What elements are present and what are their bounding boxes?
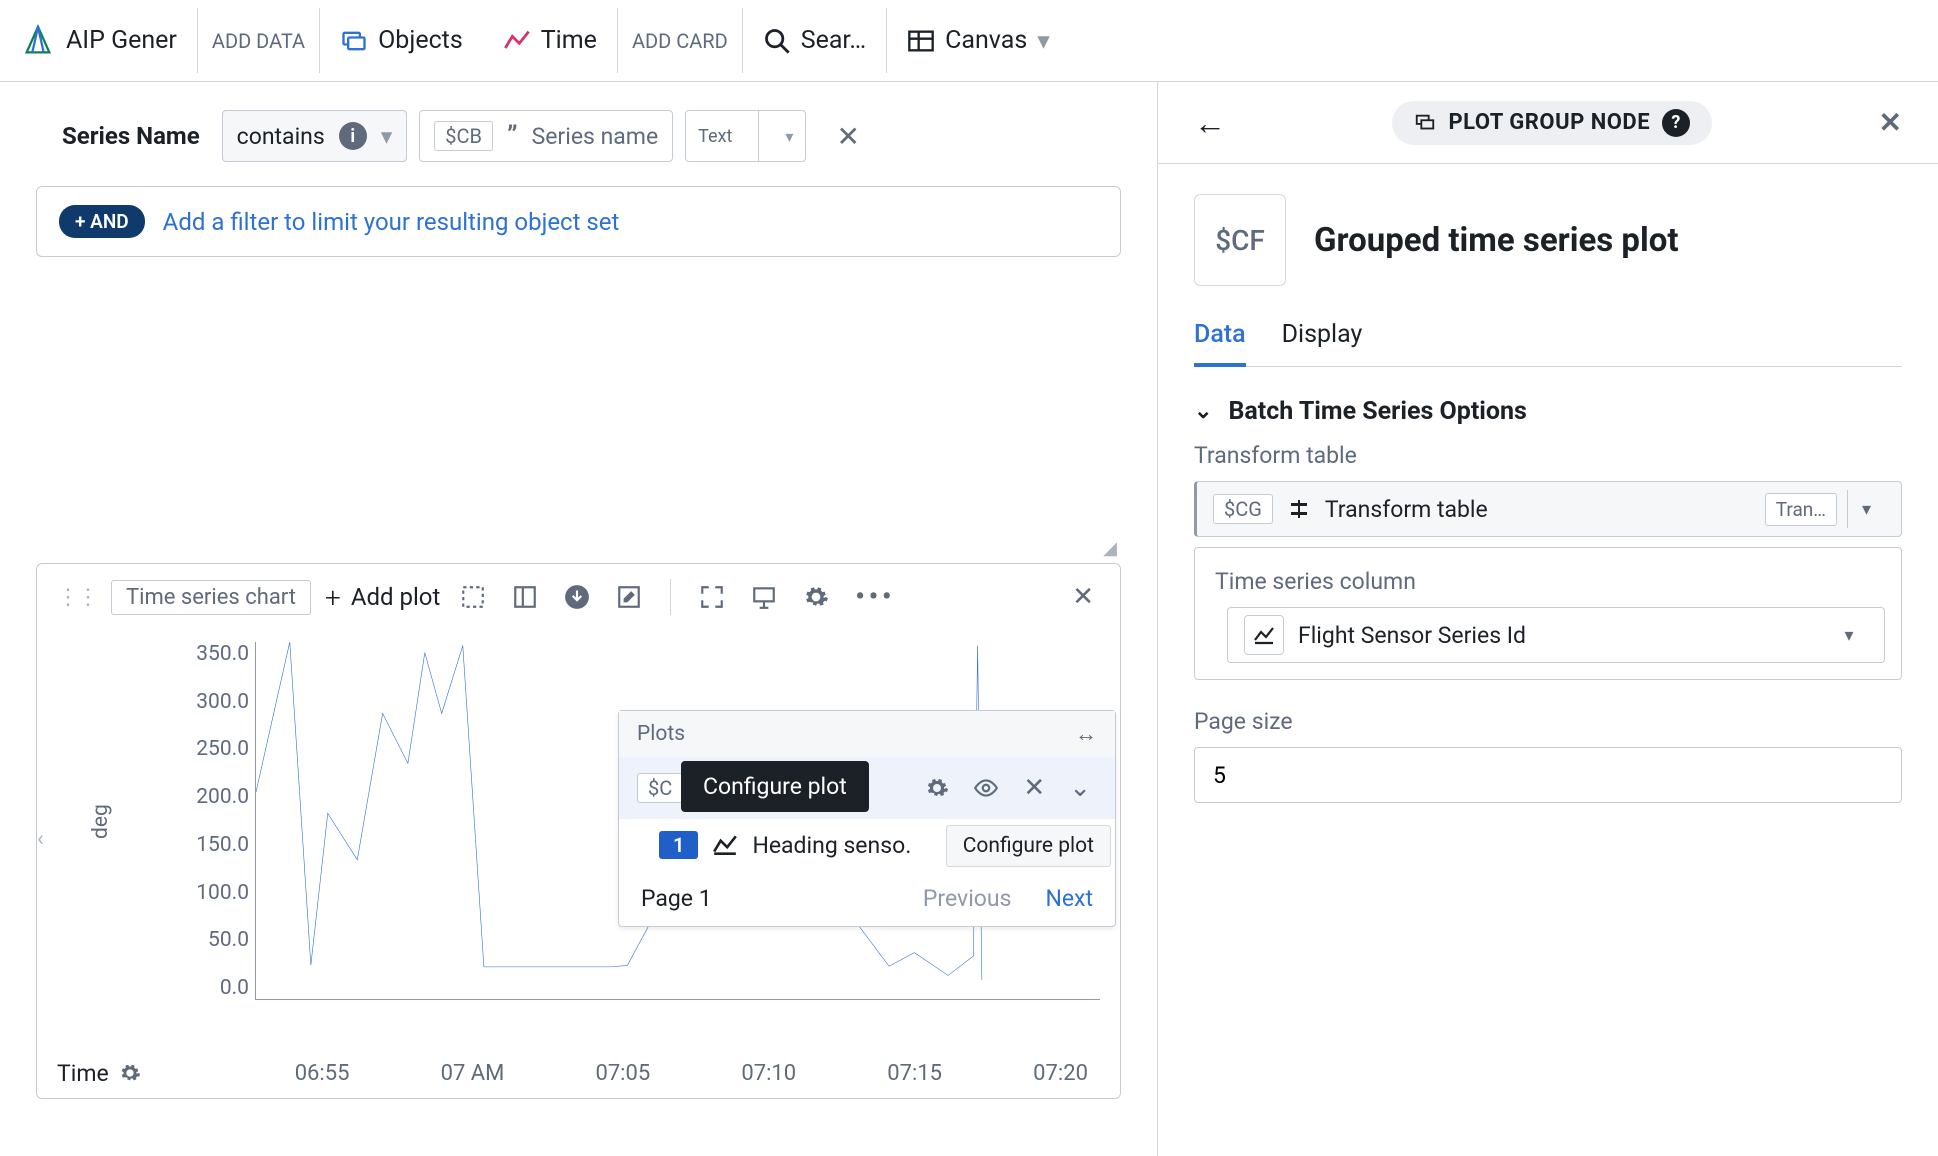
transform-table-label: Transform table: [1194, 442, 1902, 469]
search-icon: [763, 27, 791, 55]
time-series-column-select[interactable]: Flight Sensor Series Id ▾: [1227, 607, 1885, 663]
chart-toolbar: ⋮⋮ Time series chart + Add plot ••• ✕: [37, 564, 1120, 630]
tooltip-configure-plot-light: Configure plot: [946, 825, 1111, 867]
top-toolbar: AIP Gener ADD DATA Objects Time ADD CARD…: [0, 0, 1938, 82]
chevron-down-icon: ▾: [1830, 616, 1868, 654]
layers-icon: [340, 27, 368, 55]
fit-icon[interactable]: [454, 580, 492, 614]
variable-tag-cb: $CB: [434, 121, 493, 151]
gear-icon[interactable]: [919, 772, 955, 804]
settings-tabs: Data Display: [1194, 320, 1902, 367]
gear-icon[interactable]: [119, 1062, 141, 1084]
filter-field-label: Series Name: [62, 122, 200, 150]
drag-handle-icon[interactable]: ⋮⋮: [57, 592, 97, 603]
filter-row: Series Name contains i ▾ $CB ” Series na…: [36, 110, 1121, 162]
chevron-down-icon: ▾: [381, 123, 393, 150]
transform-icon: [1287, 497, 1311, 521]
close-icon[interactable]: ✕: [836, 120, 859, 153]
transform-action-button[interactable]: Tran…: [1765, 493, 1837, 526]
info-icon: i: [339, 122, 367, 150]
time-button[interactable]: Time: [483, 0, 617, 81]
eye-icon[interactable]: [967, 771, 1005, 805]
canvas-icon: [907, 27, 935, 55]
transform-table-select[interactable]: $CG Transform table Tran… ▾: [1194, 481, 1902, 537]
y-axis-label: deg: [89, 804, 113, 839]
logo-icon: [20, 23, 56, 59]
back-button[interactable]: ←: [1194, 104, 1226, 142]
layers-icon: [1414, 112, 1436, 134]
next-button[interactable]: Next: [1045, 885, 1093, 912]
time-chart-icon: [503, 27, 531, 55]
close-icon[interactable]: ✕: [1066, 578, 1100, 616]
page-size-input[interactable]: [1194, 747, 1902, 803]
x-axis-row: Time 06:5507 AM07:0507:1007:1507:20: [37, 1048, 1120, 1098]
chevron-down-icon[interactable]: ⌄: [1063, 769, 1097, 807]
add-filter-link: Add a filter to limit your resulting obj…: [163, 208, 620, 236]
chevron-down-icon: ⌄: [1194, 399, 1212, 424]
expand-icon[interactable]: [693, 580, 731, 614]
tab-data[interactable]: Data: [1194, 320, 1246, 367]
plots-popover: Plots ↔ $C Configure plot ✕ ⌄ 1: [618, 710, 1116, 927]
y-axis-ticks: 350.0300.0250.0200.0150.0100.050.00.0: [177, 642, 249, 1000]
x-axis-ticks: 06:5507 AM07:0507:1007:1507:20: [155, 1061, 1100, 1086]
section-batch-options[interactable]: ⌄ Batch Time Series Options: [1194, 397, 1902, 426]
series-index-badge: 1: [659, 831, 698, 859]
chevron-down-icon[interactable]: ▾: [1847, 490, 1885, 528]
chart-title[interactable]: Time series chart: [111, 580, 311, 615]
time-series-column-label: Time series column: [1215, 568, 1895, 595]
canvas-button[interactable]: Canvas ▾: [887, 0, 1070, 81]
close-icon[interactable]: ✕: [1879, 106, 1902, 139]
chart-body: ‹ deg 350.0300.0250.0200.0150.0100.050.0…: [37, 630, 1120, 1048]
page-size-label: Page size: [1194, 708, 1902, 735]
resize-handle-icon[interactable]: ◢: [1103, 538, 1117, 559]
panel-layout-icon[interactable]: [506, 580, 544, 614]
node-type-chip[interactable]: PLOT GROUP NODE ?: [1392, 101, 1712, 145]
download-icon[interactable]: [558, 580, 596, 614]
chevron-down-icon: ▾: [773, 127, 805, 146]
app-brand[interactable]: AIP Gener: [0, 0, 197, 81]
app-name: AIP Gener: [66, 26, 177, 55]
filter-value-input[interactable]: $CB ” Series name: [419, 110, 673, 162]
and-chip: + AND: [59, 205, 145, 238]
filter-operator-select[interactable]: contains i ▾: [222, 110, 408, 162]
chart-card: ⋮⋮ Time series chart + Add plot ••• ✕: [36, 563, 1121, 1099]
page-label: Page 1: [641, 885, 712, 912]
resize-horizontal-icon[interactable]: ↔: [1075, 721, 1097, 747]
tooltip-configure-plot: Configure plot: [681, 761, 869, 812]
help-icon[interactable]: ?: [1662, 109, 1690, 137]
time-axis-label: Time: [57, 1060, 109, 1087]
close-icon[interactable]: ✕: [1017, 769, 1051, 807]
right-panel-header: ← PLOT GROUP NODE ? ✕: [1158, 82, 1938, 164]
plot-series-row[interactable]: 1 Heading senso. Configure plot: [619, 819, 1115, 871]
node-title-row: $CF Grouped time series plot: [1194, 194, 1902, 286]
add-data-button[interactable]: ADD DATA: [198, 0, 319, 81]
gear-icon[interactable]: [797, 580, 835, 614]
quote-icon: ”: [507, 121, 518, 151]
line-chart-icon: [712, 832, 738, 858]
plus-icon: +: [325, 581, 341, 614]
node-title[interactable]: Grouped time series plot: [1314, 221, 1679, 260]
line-chart-icon: [1244, 615, 1284, 655]
series-name: Heading senso.: [752, 832, 911, 859]
add-card-button[interactable]: ADD CARD: [618, 0, 742, 81]
present-icon[interactable]: [745, 580, 783, 614]
edit-icon[interactable]: [610, 580, 648, 614]
previous-button[interactable]: Previous: [923, 885, 1012, 912]
variable-tag-cg: $CG: [1213, 494, 1273, 524]
variable-tag-cf: $CF: [1194, 194, 1286, 286]
chevron-down-icon: ▾: [1037, 26, 1050, 56]
variable-tag-c: $C: [637, 773, 683, 803]
plot-group-row[interactable]: $C Configure plot ✕ ⌄: [619, 757, 1115, 819]
objects-button[interactable]: Objects: [320, 0, 483, 81]
chevron-left-icon[interactable]: ‹: [37, 827, 44, 852]
tab-display[interactable]: Display: [1282, 320, 1363, 366]
filter-type-select[interactable]: Text ▾: [685, 110, 806, 162]
plots-pagination: Page 1 Previous Next: [619, 871, 1115, 926]
add-filter-row[interactable]: + AND Add a filter to limit your resulti…: [36, 186, 1121, 257]
search-button[interactable]: Sear…: [743, 0, 886, 81]
add-plot-button[interactable]: + Add plot: [325, 581, 440, 614]
plots-popover-header: Plots ↔: [619, 711, 1115, 757]
more-icon[interactable]: •••: [849, 578, 901, 616]
